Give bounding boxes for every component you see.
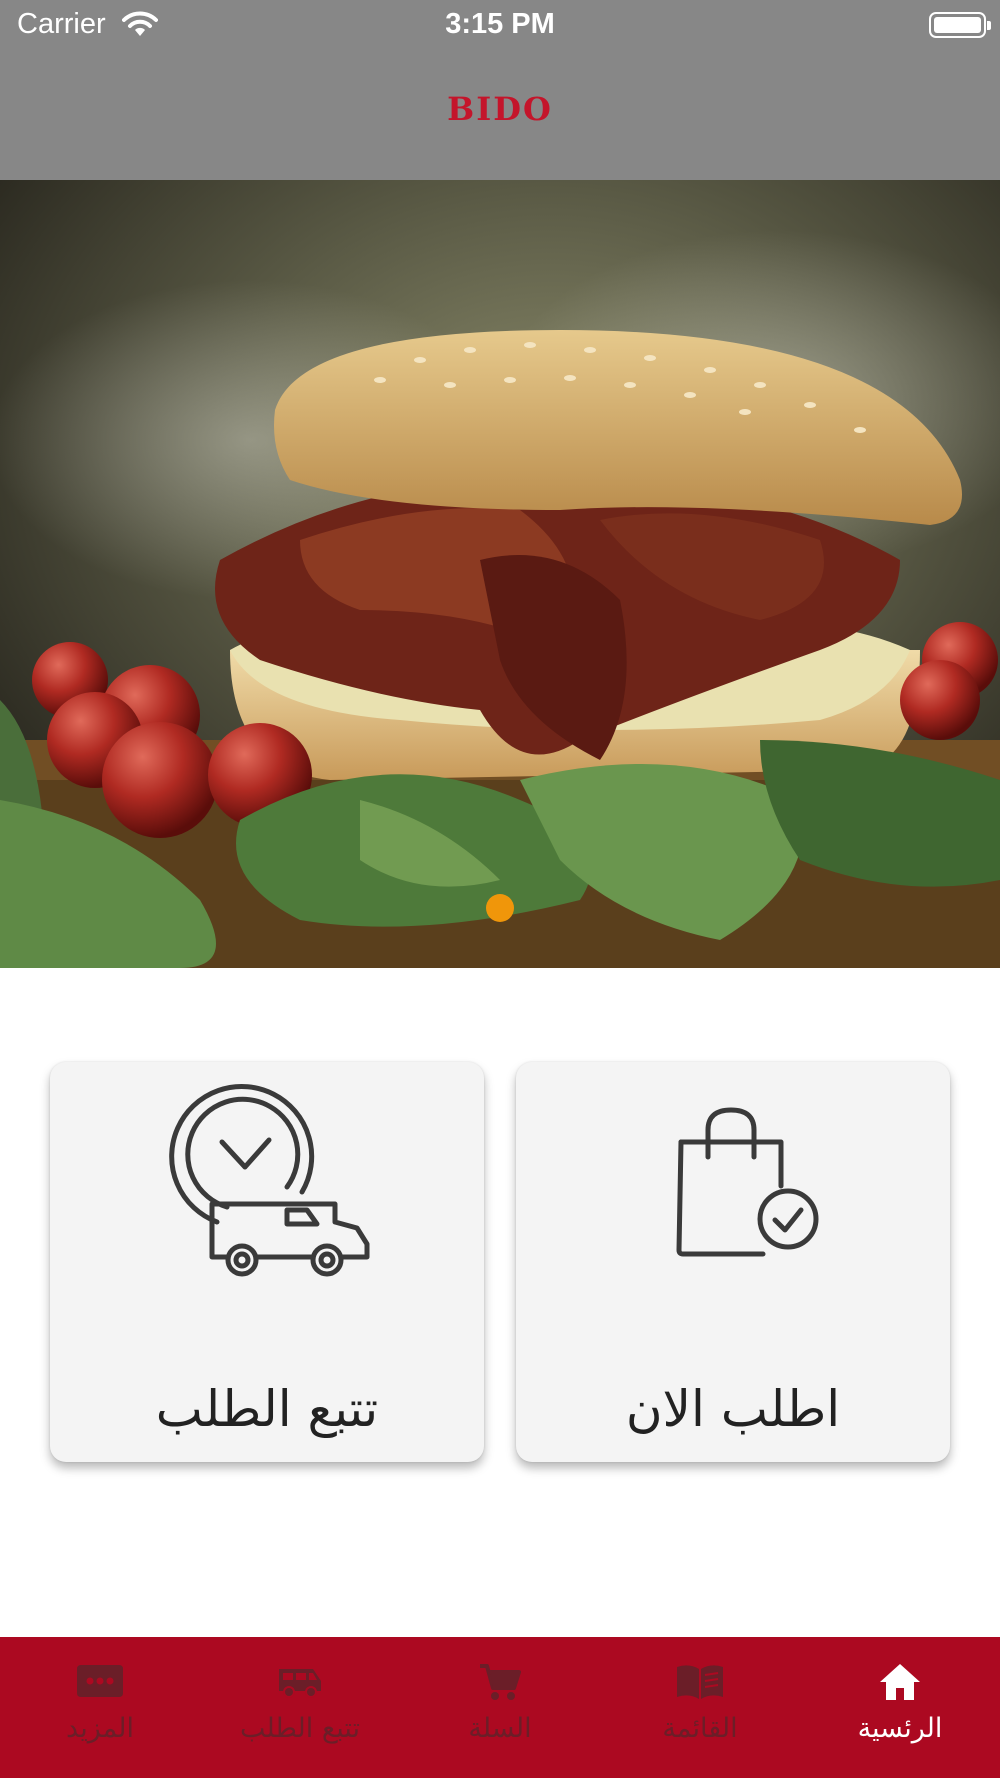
tab-label-menu: القائمة xyxy=(662,1713,738,1744)
tab-menu[interactable]: القائمة xyxy=(600,1637,800,1778)
delivery-truck-clock-icon xyxy=(169,1084,370,1277)
tab-label-home: الرئسية xyxy=(857,1713,943,1744)
tab-cart[interactable]: السلة xyxy=(400,1637,600,1778)
menu-book-icon xyxy=(677,1665,723,1699)
tab-label-more: المزيد xyxy=(66,1713,134,1744)
cart-icon xyxy=(480,1664,521,1700)
status-time: 3:15 PM xyxy=(445,8,555,40)
track-order-label: تتبع الطلب xyxy=(155,1380,379,1438)
tab-home[interactable]: الرئسية xyxy=(800,1637,1000,1778)
van-icon xyxy=(279,1669,321,1698)
order-now-label: اطلب الان xyxy=(625,1380,841,1438)
more-icon xyxy=(77,1665,123,1697)
bottom-tab-bar: المزيد تتبع الطلب السلة القائمة الرئسية xyxy=(0,1637,1000,1778)
burger-photo xyxy=(0,180,1000,968)
pager-dot-active[interactable] xyxy=(486,894,514,922)
top-bar: Carrier 3:15 PM BIDO xyxy=(0,0,1000,180)
brand-logo: BIDO xyxy=(447,90,553,128)
tab-label-cart: السلة xyxy=(468,1713,532,1744)
tab-more[interactable]: المزيد xyxy=(0,1637,200,1778)
tab-track-order[interactable]: تتبع الطلب xyxy=(200,1637,400,1778)
status-bar: Carrier 3:15 PM xyxy=(0,0,1000,52)
hero-banner[interactable] xyxy=(0,180,1000,968)
order-now-card[interactable]: اطلب الان xyxy=(516,1062,950,1462)
tab-label-track-order: تتبع الطلب xyxy=(239,1713,361,1744)
battery-icon xyxy=(929,12,991,38)
shopping-bag-check-icon xyxy=(676,1107,819,1257)
home-icon xyxy=(880,1664,920,1700)
track-order-card[interactable]: تتبع الطلب xyxy=(50,1062,484,1462)
